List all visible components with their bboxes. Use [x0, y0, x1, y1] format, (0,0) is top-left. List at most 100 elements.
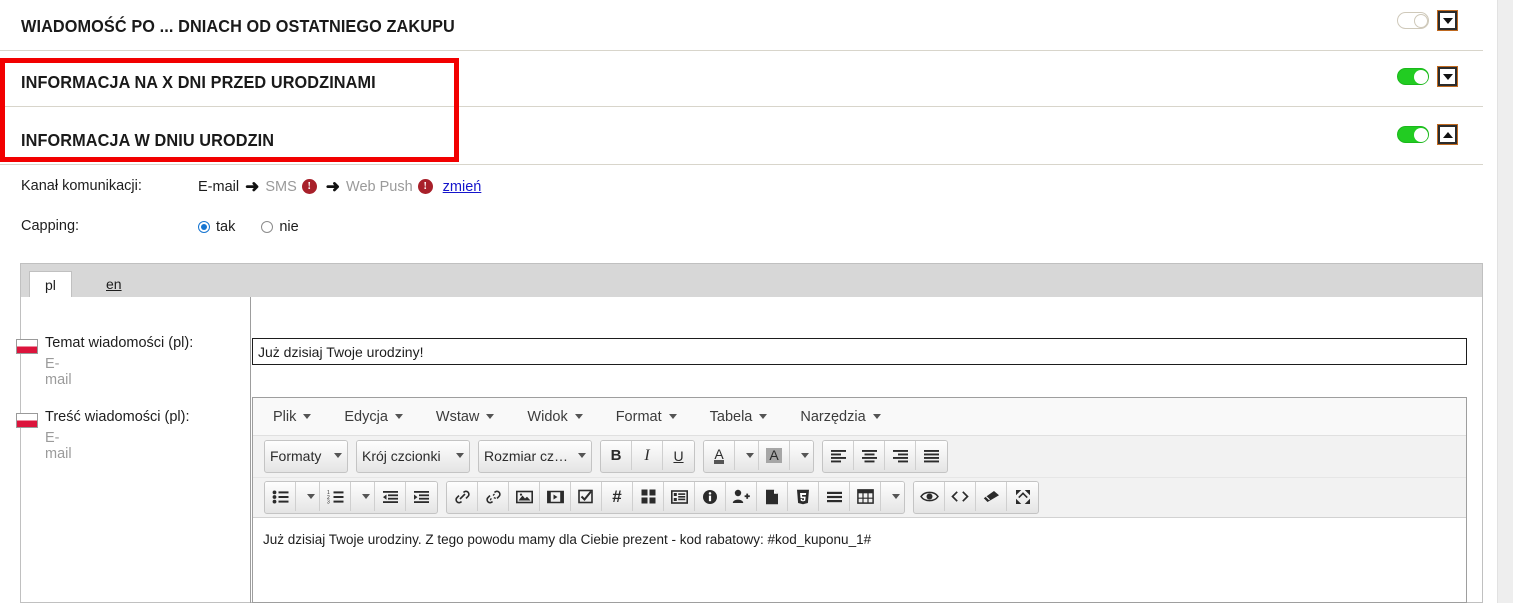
table-button[interactable]: [850, 482, 881, 511]
menu-plik[interactable]: Plik: [263, 405, 321, 429]
indent-button[interactable]: [406, 482, 437, 511]
editor-toolbar-row-1: Formaty Krój czcionki Rozmiar cz… B I U …: [253, 436, 1466, 477]
menu-format[interactable]: Format: [606, 405, 687, 429]
chevron-down-icon: [578, 453, 586, 458]
font-size-select-group: Rozmiar cz…: [478, 440, 592, 473]
background-color-button[interactable]: A: [759, 441, 790, 470]
bold-button[interactable]: B: [601, 441, 632, 470]
accordion-row-last-purchase[interactable]: WIADOMOŚĆ PO ... DNIACH OD OSTATNIEGO ZA…: [0, 0, 1483, 51]
channel-step-web-push: Web Push: [346, 178, 413, 195]
chevron-down-icon: [668, 414, 677, 420]
numbered-list-dropdown[interactable]: [351, 482, 375, 511]
chevron-down-icon[interactable]: [1438, 67, 1457, 86]
clear-formatting-button[interactable]: [976, 482, 1007, 511]
communication-channel-value: E-mail ➜ SMS ! ➜ Web Push ! zmień: [198, 178, 481, 195]
blocks-button[interactable]: [633, 482, 664, 511]
align-left-button[interactable]: [823, 441, 854, 470]
accordion-controls: [1397, 67, 1457, 86]
hash-button[interactable]: #: [602, 482, 633, 511]
font-size-select[interactable]: Rozmiar cz…: [479, 441, 591, 470]
capping-radio-yes[interactable]: [198, 221, 210, 233]
text-color-glyph: A: [714, 445, 724, 464]
subject-input[interactable]: [252, 338, 1467, 365]
accordion-toggle-switch[interactable]: [1397, 126, 1429, 143]
menu-edycja[interactable]: Edycja: [334, 405, 413, 429]
page-icon: [766, 489, 778, 504]
editor-content-text: Już dzisiaj Twoje urodziny. Z tego powod…: [263, 532, 872, 547]
chevron-down-icon: [303, 414, 312, 420]
tab-en[interactable]: en: [91, 271, 137, 299]
media-button[interactable]: [540, 482, 571, 511]
bold-glyph: B: [610, 447, 622, 464]
align-center-button[interactable]: [854, 441, 885, 470]
chevron-down-icon: [892, 494, 900, 499]
checkbox-icon: [578, 489, 593, 504]
page-root: WIADOMOŚĆ PO ... DNIACH OD OSTATNIEGO ZA…: [0, 0, 1513, 603]
checkbox-button[interactable]: [571, 482, 602, 511]
font-family-select[interactable]: Krój czcionki: [357, 441, 469, 470]
background-color-dropdown[interactable]: [790, 441, 813, 470]
table-icon: [856, 489, 874, 504]
outdent-icon: [382, 490, 398, 503]
align-right-button[interactable]: [885, 441, 916, 470]
menu-wstaw[interactable]: Wstaw: [426, 405, 505, 429]
capping-radio-no[interactable]: [261, 221, 274, 233]
formats-select[interactable]: Formaty: [265, 441, 347, 470]
link-icon: [454, 490, 470, 503]
view-group: [913, 481, 1039, 514]
text-color-dropdown[interactable]: [735, 441, 759, 470]
menu-widok-label: Widok: [527, 408, 568, 425]
outdent-button[interactable]: [375, 482, 406, 511]
menu-narzedzia[interactable]: Narzędzia: [790, 405, 890, 429]
line-button[interactable]: [819, 482, 850, 511]
capping-label: Capping:: [21, 218, 80, 234]
fullscreen-button[interactable]: [1007, 482, 1038, 511]
info-button[interactable]: [695, 482, 726, 511]
chevron-down-icon: [759, 414, 768, 420]
underline-button[interactable]: U: [663, 441, 694, 470]
pl-flag-icon: [16, 413, 38, 428]
editor-content-area[interactable]: Już dzisiaj Twoje urodziny. Z tego powod…: [253, 518, 1466, 550]
tab-pl[interactable]: pl: [29, 271, 72, 299]
accordion-toggle-switch[interactable]: [1397, 68, 1429, 85]
accordion-row-before-birthday[interactable]: INFORMACJA NA X DNI PRZED URODZINAMI: [0, 56, 1483, 107]
menu-tabela[interactable]: Tabela: [700, 405, 778, 429]
align-center-icon: [861, 449, 877, 462]
accordion-title: INFORMACJA NA X DNI PRZED URODZINAMI: [21, 72, 376, 92]
html5-button[interactable]: [788, 482, 819, 511]
editor-menubar: Plik Edycja Wstaw Widok Format Tabela Na…: [253, 398, 1466, 436]
hash-glyph: #: [612, 486, 622, 506]
menu-tabela-label: Tabela: [709, 408, 753, 425]
accordion-toggle-switch[interactable]: [1397, 12, 1429, 29]
bullet-list-button[interactable]: [265, 482, 296, 511]
chevron-down-icon[interactable]: [1438, 11, 1457, 30]
page-break-button[interactable]: [757, 482, 788, 511]
unlink-button[interactable]: [478, 482, 509, 511]
bullet-list-dropdown[interactable]: [296, 482, 320, 511]
font-size-select-label: Rozmiar cz…: [484, 447, 569, 464]
source-code-button[interactable]: [945, 482, 976, 511]
body-field-subtitle: E-mail: [45, 430, 72, 462]
change-channel-link[interactable]: zmień: [443, 179, 482, 195]
align-justify-button[interactable]: [916, 441, 947, 470]
numbered-list-button[interactable]: 1 2 3: [320, 482, 351, 511]
align-right-icon: [892, 449, 908, 462]
chevron-down-icon: [486, 414, 495, 420]
image-button[interactable]: [509, 482, 540, 511]
preview-button[interactable]: [914, 482, 945, 511]
chevron-up-icon[interactable]: [1438, 125, 1457, 144]
add-user-button[interactable]: [726, 482, 757, 511]
italic-button[interactable]: I: [632, 441, 663, 470]
chevron-down-icon: [801, 453, 809, 458]
warning-icon: !: [417, 179, 433, 194]
text-color-button[interactable]: A: [704, 441, 735, 470]
template-button[interactable]: [664, 482, 695, 511]
eye-icon: [919, 491, 939, 502]
table-dropdown[interactable]: [881, 482, 904, 511]
menu-widok[interactable]: Widok: [517, 405, 592, 429]
bullet-list-icon: [272, 490, 288, 503]
color-group: A A: [703, 440, 814, 473]
blocks-icon: [641, 489, 655, 504]
link-button[interactable]: [447, 482, 478, 511]
accordion-row-birthday-day[interactable]: INFORMACJA W DNIU URODZIN: [0, 114, 1483, 165]
